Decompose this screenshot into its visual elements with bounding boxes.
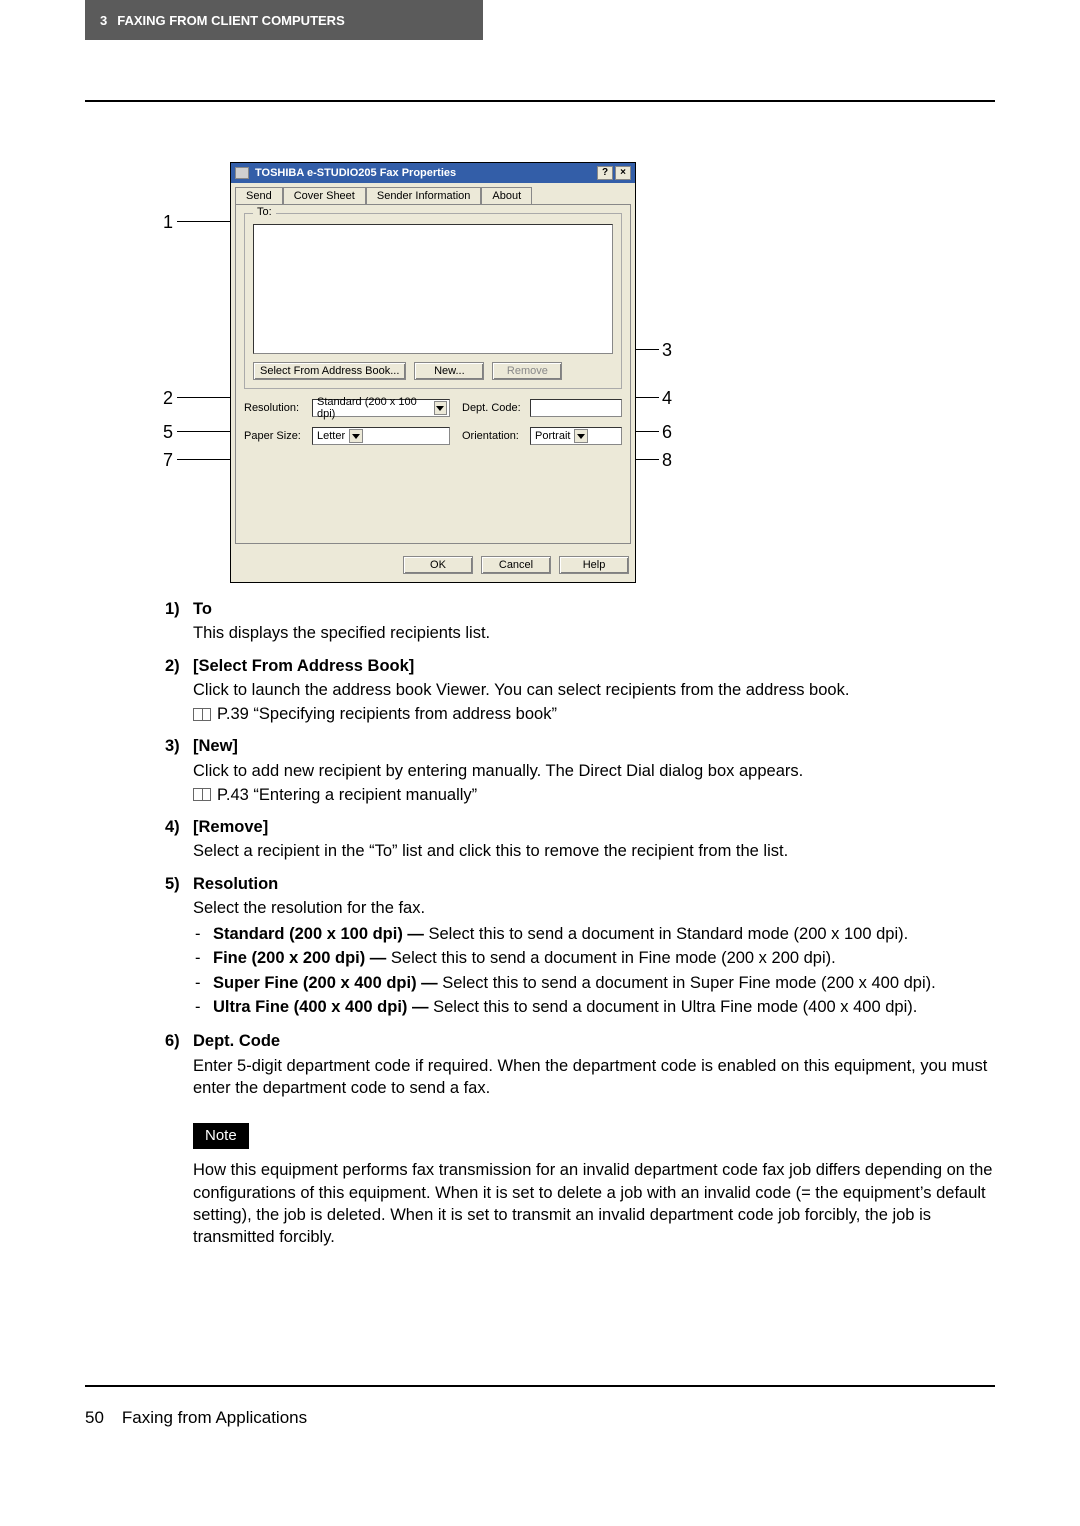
callout-6: 6 xyxy=(662,422,672,443)
callout-5: 5 xyxy=(163,422,173,443)
to-listbox[interactable] xyxy=(253,224,613,354)
dept-code-input[interactable] xyxy=(530,399,622,417)
dept-code-label: Dept. Code: xyxy=(462,402,524,414)
list-item: 2) [Select From Address Book] Click to l… xyxy=(165,655,995,726)
definitions-list: 1) To This displays the specified recipi… xyxy=(85,598,995,1248)
cancel-button[interactable]: Cancel xyxy=(481,556,551,574)
list-item: 3) [New] Click to add new recipient by e… xyxy=(165,735,995,806)
chevron-down-icon xyxy=(574,429,588,443)
help-button[interactable]: Help xyxy=(559,556,629,574)
content-area: 1 2 5 7 3 4 6 8 TOSHIBA e-STUDIO205 Fax … xyxy=(85,150,995,1248)
dialog-titlebar: TOSHIBA e-STUDIO205 Fax Properties ? × xyxy=(231,163,635,183)
reference-text: P.43 “Entering a recipient manually” xyxy=(217,784,477,806)
opt-text: Select this to send a document in Standa… xyxy=(428,925,908,943)
new-button[interactable]: New... xyxy=(414,362,484,380)
resolution-row: Resolution: Standard (200 x 100 dpi) Dep… xyxy=(244,399,622,417)
opt-text: Select this to send a document in Fine m… xyxy=(391,949,836,967)
resolution-dropdown[interactable]: Standard (200 x 100 dpi) xyxy=(312,399,450,417)
page-header: 3 FAXING FROM CLIENT COMPUTERS xyxy=(85,0,483,40)
item-title: [Select From Address Book] xyxy=(193,655,995,677)
top-rule xyxy=(85,100,995,102)
opt-bold: Super Fine (200 x 400 dpi) — xyxy=(213,974,442,992)
tab-send[interactable]: Send xyxy=(235,187,283,204)
chapter-number: 3 xyxy=(100,13,107,28)
resolution-value: Standard (200 x 100 dpi) xyxy=(317,396,430,420)
item-number: 5) xyxy=(165,873,193,1021)
callout-4: 4 xyxy=(662,388,672,409)
fax-properties-dialog: TOSHIBA e-STUDIO205 Fax Properties ? × S… xyxy=(230,162,636,583)
resolution-label: Resolution: xyxy=(244,402,306,414)
list-item: 6) Dept. Code Enter 5-digit department c… xyxy=(165,1030,995,1099)
paper-row: Paper Size: Letter Orientation: Portrait xyxy=(244,427,622,445)
item-number: 3) xyxy=(165,735,193,806)
item-text: Select the resolution for the fax. xyxy=(193,897,995,919)
tab-cover-sheet[interactable]: Cover Sheet xyxy=(283,187,366,204)
page-number: 50 xyxy=(85,1408,104,1428)
item-title: Dept. Code xyxy=(193,1030,995,1052)
callout-2: 2 xyxy=(163,388,173,409)
item-number: 1) xyxy=(165,598,193,645)
chevron-down-icon xyxy=(434,401,447,415)
item-text: This displays the specified recipients l… xyxy=(193,622,995,644)
item-text: Click to add new recipient by entering m… xyxy=(193,760,995,782)
opt-bold: Standard (200 x 100 dpi) — xyxy=(213,925,428,943)
cross-reference: P.39 “Specifying recipients from address… xyxy=(193,703,995,725)
book-icon xyxy=(193,788,211,801)
tab-sender-info[interactable]: Sender Information xyxy=(366,187,482,204)
opt-bold: Fine (200 x 200 dpi) — xyxy=(213,949,391,967)
dialog-title: TOSHIBA e-STUDIO205 Fax Properties xyxy=(255,167,456,179)
list-item: 5) Resolution Select the resolution for … xyxy=(165,873,995,1021)
paper-size-dropdown[interactable]: Letter xyxy=(312,427,450,445)
close-button[interactable]: × xyxy=(615,166,631,180)
opt-text: Select this to send a document in Super … xyxy=(442,974,935,992)
book-icon xyxy=(193,708,211,721)
chapter-title: FAXING FROM CLIENT COMPUTERS xyxy=(117,13,345,28)
orientation-label: Orientation: xyxy=(462,430,524,442)
dialog-bottom-buttons: OK Cancel Help xyxy=(231,548,635,582)
to-buttons: Select From Address Book... New... Remov… xyxy=(253,362,613,380)
item-number: 4) xyxy=(165,816,193,863)
bottom-rule xyxy=(85,1385,995,1387)
note-badge: Note xyxy=(193,1123,249,1149)
opt-text: Select this to send a document in Ultra … xyxy=(433,998,917,1016)
callout-7: 7 xyxy=(163,450,173,471)
section-title: Faxing from Applications xyxy=(122,1408,307,1428)
chevron-down-icon xyxy=(349,429,363,443)
callout-8: 8 xyxy=(662,450,672,471)
to-label: To: xyxy=(253,206,276,218)
orientation-dropdown[interactable]: Portrait xyxy=(530,427,622,445)
callout-1: 1 xyxy=(163,212,173,233)
help-button[interactable]: ? xyxy=(597,166,613,180)
paper-size-value: Letter xyxy=(317,430,345,442)
item-text: Select a recipient in the “To” list and … xyxy=(193,840,995,862)
remove-button[interactable]: Remove xyxy=(492,362,562,380)
item-number: 6) xyxy=(165,1030,193,1099)
item-title: [Remove] xyxy=(193,816,995,838)
note-text: How this equipment performs fax transmis… xyxy=(193,1159,995,1248)
tab-body: To: Select From Address Book... New... R… xyxy=(235,204,631,544)
to-group: To: Select From Address Book... New... R… xyxy=(244,213,622,389)
opt-bold: Ultra Fine (400 x 400 dpi) — xyxy=(213,998,433,1016)
item-text: Click to launch the address book Viewer.… xyxy=(193,679,995,701)
item-title: To xyxy=(193,598,995,620)
reference-text: P.39 “Specifying recipients from address… xyxy=(217,703,557,725)
paper-size-label: Paper Size: xyxy=(244,430,306,442)
tab-about[interactable]: About xyxy=(481,187,532,204)
item-title: Resolution xyxy=(193,873,995,895)
callout-3: 3 xyxy=(662,340,672,361)
dialog-figure: 1 2 5 7 3 4 6 8 TOSHIBA e-STUDIO205 Fax … xyxy=(85,150,995,570)
item-number: 2) xyxy=(165,655,193,726)
printer-icon xyxy=(235,167,249,179)
select-from-address-book-button[interactable]: Select From Address Book... xyxy=(253,362,406,380)
item-title: [New] xyxy=(193,735,995,757)
list-item: 4) [Remove] Select a recipient in the “T… xyxy=(165,816,995,863)
page-footer: 50 Faxing from Applications xyxy=(85,1408,995,1428)
item-text: Enter 5-digit department code if require… xyxy=(193,1055,995,1100)
cross-reference: P.43 “Entering a recipient manually” xyxy=(193,784,995,806)
list-item: 1) To This displays the specified recipi… xyxy=(165,598,995,645)
resolution-options: -Standard (200 x 100 dpi) — Select this … xyxy=(193,923,995,1018)
tab-strip: Send Cover Sheet Sender Information Abou… xyxy=(231,183,635,204)
orientation-value: Portrait xyxy=(535,430,570,442)
ok-button[interactable]: OK xyxy=(403,556,473,574)
